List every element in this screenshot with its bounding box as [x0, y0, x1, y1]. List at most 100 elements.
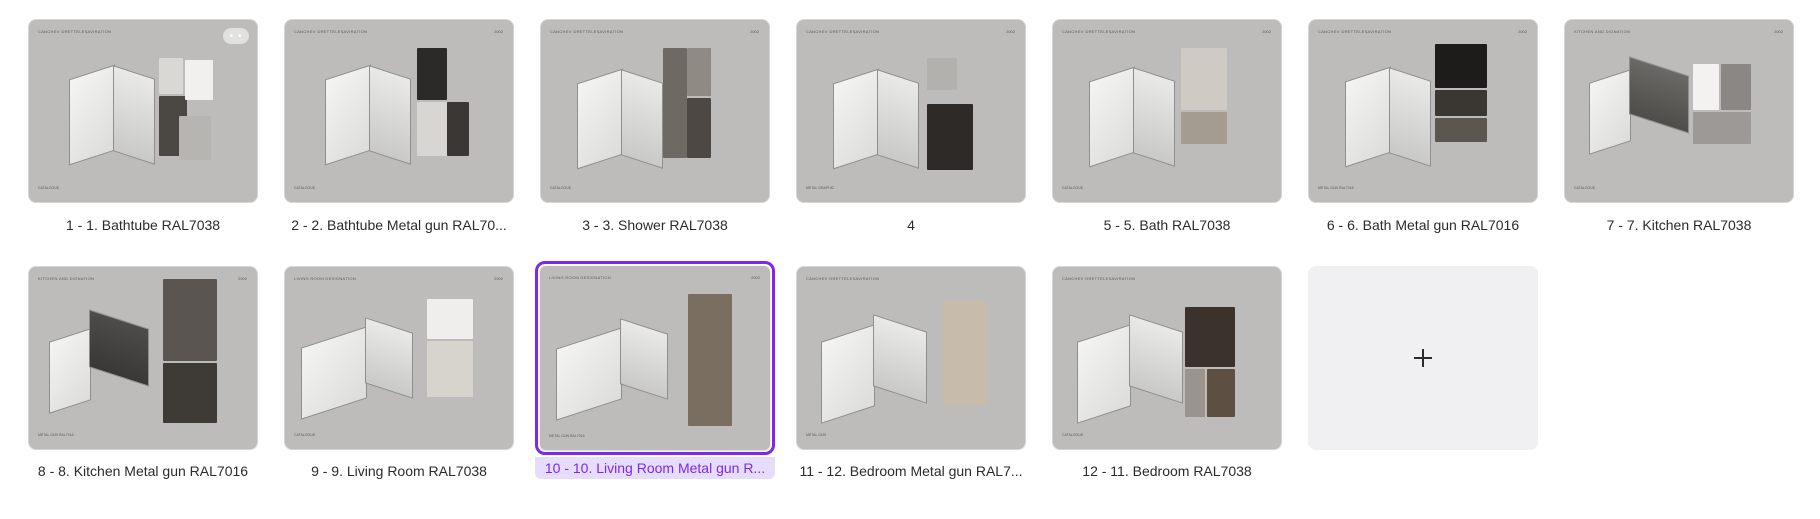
isometric-room-wall: [369, 65, 411, 165]
material-photo: [1721, 64, 1751, 110]
material-photo: [1435, 44, 1487, 88]
material-photo: [185, 60, 213, 100]
material-photo: [1435, 90, 1487, 116]
material-photo: [687, 48, 711, 96]
isometric-living-room-wall: [620, 318, 668, 400]
material-photo: [159, 58, 183, 94]
sheet-title: LIVING ROOM DESIGNATION: [294, 276, 356, 281]
sheet-title: CANCHEV GRETTELESAVIRATION: [1062, 29, 1136, 34]
page-caption[interactable]: 3 - 3. Shower RAL7038: [540, 214, 770, 236]
page-thumbnail-7[interactable]: KITCHEN AND DIGNATION 2002 CATALOGUE: [1564, 19, 1794, 203]
page-thumbnail-1[interactable]: CANCHEV GRETTELESAVIRATION • • CATALOGUE: [28, 19, 258, 203]
material-photo: [1185, 369, 1205, 417]
page-preview: CANCHEV GRETTELESAVIRATION 2002 METAL GU…: [1308, 19, 1538, 203]
sheet-title: CANCHEV GRETTELESAVIRATION: [550, 29, 624, 34]
sheet-footer: CATALOGUE: [294, 186, 316, 190]
isometric-room-drawing: [1345, 66, 1391, 168]
sheet-footer: CATALOGUE: [38, 186, 60, 190]
page-caption[interactable]: 1 - 1. Bathtube RAL7038: [28, 214, 258, 236]
page-caption[interactable]: 2 - 2. Bathtube Metal gun RAL70...: [284, 214, 514, 236]
sheet-number: 2002: [1518, 29, 1527, 34]
isometric-room-drawing: [1089, 66, 1135, 168]
isometric-bedroom-drawing: [821, 324, 875, 424]
sheet-footer: METAL GUN RAL7016: [549, 434, 585, 438]
page-preview: CANCHEV GRETTELESAVIRATION • • CATALOGUE: [28, 19, 258, 203]
page-caption[interactable]: 8 - 8. Kitchen Metal gun RAL7016: [28, 460, 258, 482]
more-options-icon[interactable]: • •: [223, 28, 249, 44]
page-caption[interactable]: 5 - 5. Bath RAL7038: [1052, 214, 1282, 236]
isometric-room-drawing: [325, 64, 371, 166]
page-caption-selected[interactable]: 10 - 10. Living Room Metal gun R...: [535, 457, 775, 479]
isometric-room-wall: [877, 69, 919, 169]
isometric-room-wall: [113, 65, 155, 165]
page-thumbnail-12[interactable]: CANCHEV GRETTELESAVIRATION CATALOGUE: [1052, 266, 1282, 450]
page-caption[interactable]: 9 - 9. Living Room RAL7038: [284, 460, 514, 482]
page-thumbnail-4[interactable]: CANCHEV GRETTELESAVIRATION 2002 METAL GR…: [796, 19, 1026, 203]
material-photo: [663, 48, 687, 158]
sheet-title: LIVING ROOM DESIGNATION: [549, 275, 611, 280]
page-thumbnail-9[interactable]: LIVING ROOM DESIGNATION 2002 CATALOGUE: [284, 266, 514, 450]
page-caption[interactable]: 7 - 7. Kitchen RAL7038: [1564, 214, 1794, 236]
page-preview: CANCHEV GRETTELESAVIRATION 2002 CATALOGU…: [1052, 19, 1282, 203]
page-thumbnail-5[interactable]: CANCHEV GRETTELESAVIRATION 2002 CATALOGU…: [1052, 19, 1282, 203]
material-photo: [163, 279, 217, 361]
material-photo: [179, 116, 211, 160]
isometric-kitchen-drawing: [1589, 69, 1631, 155]
material-photo: [688, 294, 732, 426]
isometric-bedroom-drawing: [1077, 324, 1131, 424]
page-thumbnail-8[interactable]: KITCHEN AND DIGNATION 2002 METAL GUN RAL…: [28, 266, 258, 450]
isometric-kitchen-wall: [89, 309, 149, 387]
sheet-number: 2002: [494, 276, 503, 281]
isometric-room-drawing: [577, 68, 623, 170]
sheet-number: 2002: [238, 276, 247, 281]
sheet-title: CANCHEV GRETTELESAVIRATION: [806, 276, 880, 281]
sheet-footer: METAL GUN: [806, 433, 827, 437]
sheet-number: 2002: [751, 275, 760, 280]
page-caption[interactable]: 4: [796, 214, 1026, 236]
page-thumbnail-2[interactable]: CANCHEV GRETTELESAVIRATION 2002 CATALOGU…: [284, 19, 514, 203]
page-preview: CANCHEV GRETTELESAVIRATION CATALOGUE: [1052, 266, 1282, 450]
material-photo: [1693, 112, 1751, 144]
isometric-bedroom-wall: [1129, 314, 1183, 404]
material-photo: [1181, 112, 1227, 144]
isometric-room-wall: [1389, 67, 1431, 167]
sheet-title: CANCHEV GRETTELESAVIRATION: [1318, 29, 1392, 34]
add-page-button[interactable]: [1308, 266, 1538, 450]
sheet-title: CANCHEV GRETTELESAVIRATION: [1062, 276, 1136, 281]
page-preview: LIVING ROOM DESIGNATION 2002 CATALOGUE: [284, 266, 514, 450]
isometric-kitchen-drawing: [49, 328, 91, 414]
sheet-footer: CATALOGUE: [550, 186, 572, 190]
isometric-living-room-wall: [365, 317, 413, 399]
sheet-title: CANCHEV GRETTELESAVIRATION: [294, 29, 368, 34]
page-preview: CANCHEV GRETTELESAVIRATION 2002 CATALOGU…: [284, 19, 514, 203]
material-photo: [417, 102, 447, 156]
page-thumbnail-3[interactable]: CANCHEV GRETTELESAVIRATION 2002 CATALOGU…: [540, 19, 770, 203]
isometric-room-wall: [621, 69, 663, 169]
sheet-number: 2002: [494, 29, 503, 34]
page-caption[interactable]: 6 - 6. Bath Metal gun RAL7016: [1308, 214, 1538, 236]
page-preview: CANCHEV GRETTELESAVIRATION 2002 CATALOGU…: [540, 19, 770, 203]
sheet-title: CANCHEV GRETTELESAVIRATION: [38, 29, 112, 34]
sheet-footer: METAL GUN RAL7016: [1318, 186, 1354, 190]
material-photo: [163, 363, 217, 423]
material-photo: [1207, 369, 1235, 417]
page-caption[interactable]: 11 - 12. Bedroom Metal gun RAL7...: [796, 460, 1026, 482]
page-thumbnail-6[interactable]: CANCHEV GRETTELESAVIRATION 2002 METAL GU…: [1308, 19, 1538, 203]
material-photo: [417, 48, 447, 100]
material-photo: [927, 58, 957, 90]
page-caption[interactable]: 12 - 11. Bedroom RAL7038: [1052, 460, 1282, 482]
sheet-title: KITCHEN AND DIGNATION: [38, 276, 95, 281]
page-thumbnail-10[interactable]: LIVING ROOM DESIGNATION 2002 METAL GUN R…: [535, 261, 775, 455]
material-photo: [427, 299, 473, 339]
sheet-number: 2002: [1774, 29, 1783, 34]
isometric-living-room-drawing: [301, 326, 367, 420]
page-preview: CANCHEV GRETTELESAVIRATION 2002 METAL GR…: [796, 19, 1026, 203]
isometric-bedroom-wall: [873, 314, 927, 404]
page-thumbnail-11[interactable]: CANCHEV GRETTELESAVIRATION METAL GUN: [796, 266, 1026, 450]
material-photo: [687, 98, 711, 158]
isometric-room-drawing: [833, 68, 879, 170]
sheet-number: 2002: [750, 29, 759, 34]
plus-icon: [1414, 349, 1432, 367]
sheet-number: 2002: [1006, 29, 1015, 34]
isometric-kitchen-wall: [1629, 56, 1689, 134]
